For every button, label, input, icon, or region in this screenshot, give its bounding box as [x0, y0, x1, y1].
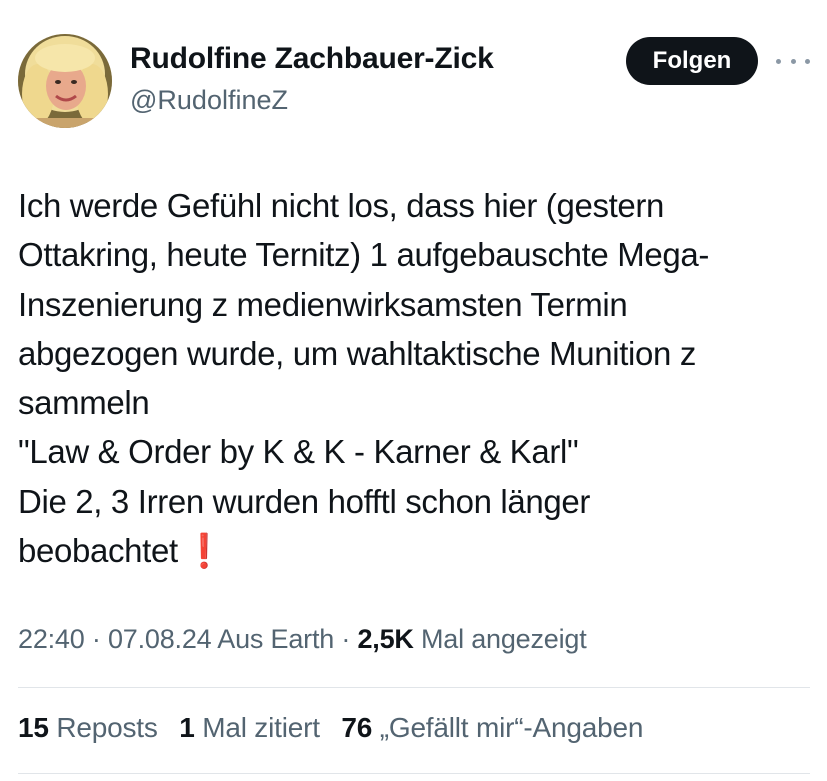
tweet-line: Ich werde Gefühl nicht los, dass hier (g… [18, 187, 665, 224]
tweet-line: Die 2, 3 Irren wurden hofftl schon länge… [18, 482, 591, 520]
tweet-line-text: beobachtet [18, 532, 178, 570]
avatar[interactable] [18, 34, 112, 128]
views-label: Mal angezeigt [413, 624, 587, 654]
tweet-line: Inszenierung z medienwirksamsten Termin [18, 285, 628, 323]
meta-separator: · [334, 624, 358, 654]
reposts-label: Reposts [48, 712, 158, 743]
exclamation-emoji-icon: ❗ [183, 532, 225, 570]
reposts-link[interactable]: 15 Reposts [18, 712, 158, 743]
meta-separator: · [84, 624, 108, 654]
tweet-line: Ottakring, heute Ternitz) 1 aufgebauscht… [18, 236, 710, 274]
tweet-time[interactable]: 22:40 [18, 624, 85, 654]
quotes-label: Mal zitiert [194, 712, 320, 743]
likes-label: „Gefällt mir“-Angaben [372, 712, 644, 743]
more-horizontal-icon[interactable] [776, 50, 810, 72]
profile-photo-icon [18, 34, 112, 128]
engagement-stats: 15 Reposts 1 Mal zitiert 76 „Gefällt mir… [18, 712, 657, 744]
tweet-line: abgezogen wurde, um wahltaktische Muniti… [18, 334, 696, 372]
tweet-line-last: beobachtet ❗ [18, 526, 818, 575]
follow-button[interactable]: Folgen [626, 37, 758, 85]
more-dot [805, 58, 810, 64]
divider [18, 687, 810, 688]
more-dot [776, 58, 781, 64]
reposts-count: 15 [18, 712, 49, 743]
tweet-line: sammeln [18, 384, 150, 422]
tweet-meta: 22:40 · 07.08.24 Aus Earth · 2,5K Mal an… [18, 624, 587, 655]
author-display-name[interactable]: Rudolfine Zachbauer-Zick [130, 42, 494, 76]
likes-link[interactable]: 76 „Gefällt mir“-Angaben [341, 712, 643, 743]
tweet-text: Ich werde Gefühl nicht los, dass hier (g… [18, 181, 818, 575]
tweet-line: "Law & Order by K & K - Karner & Karl" [18, 433, 579, 471]
quotes-count: 1 [179, 712, 195, 743]
tweet-date[interactable]: 07.08.24 [108, 624, 212, 654]
likes-count: 76 [341, 712, 373, 743]
tweet-location: Aus Earth [211, 624, 335, 654]
author-handle[interactable]: @RudolfineZ [130, 85, 288, 116]
divider [18, 773, 810, 774]
views-count: 2,5K [357, 624, 414, 654]
quotes-link[interactable]: 1 Mal zitiert [179, 712, 320, 743]
more-dot [790, 58, 796, 64]
